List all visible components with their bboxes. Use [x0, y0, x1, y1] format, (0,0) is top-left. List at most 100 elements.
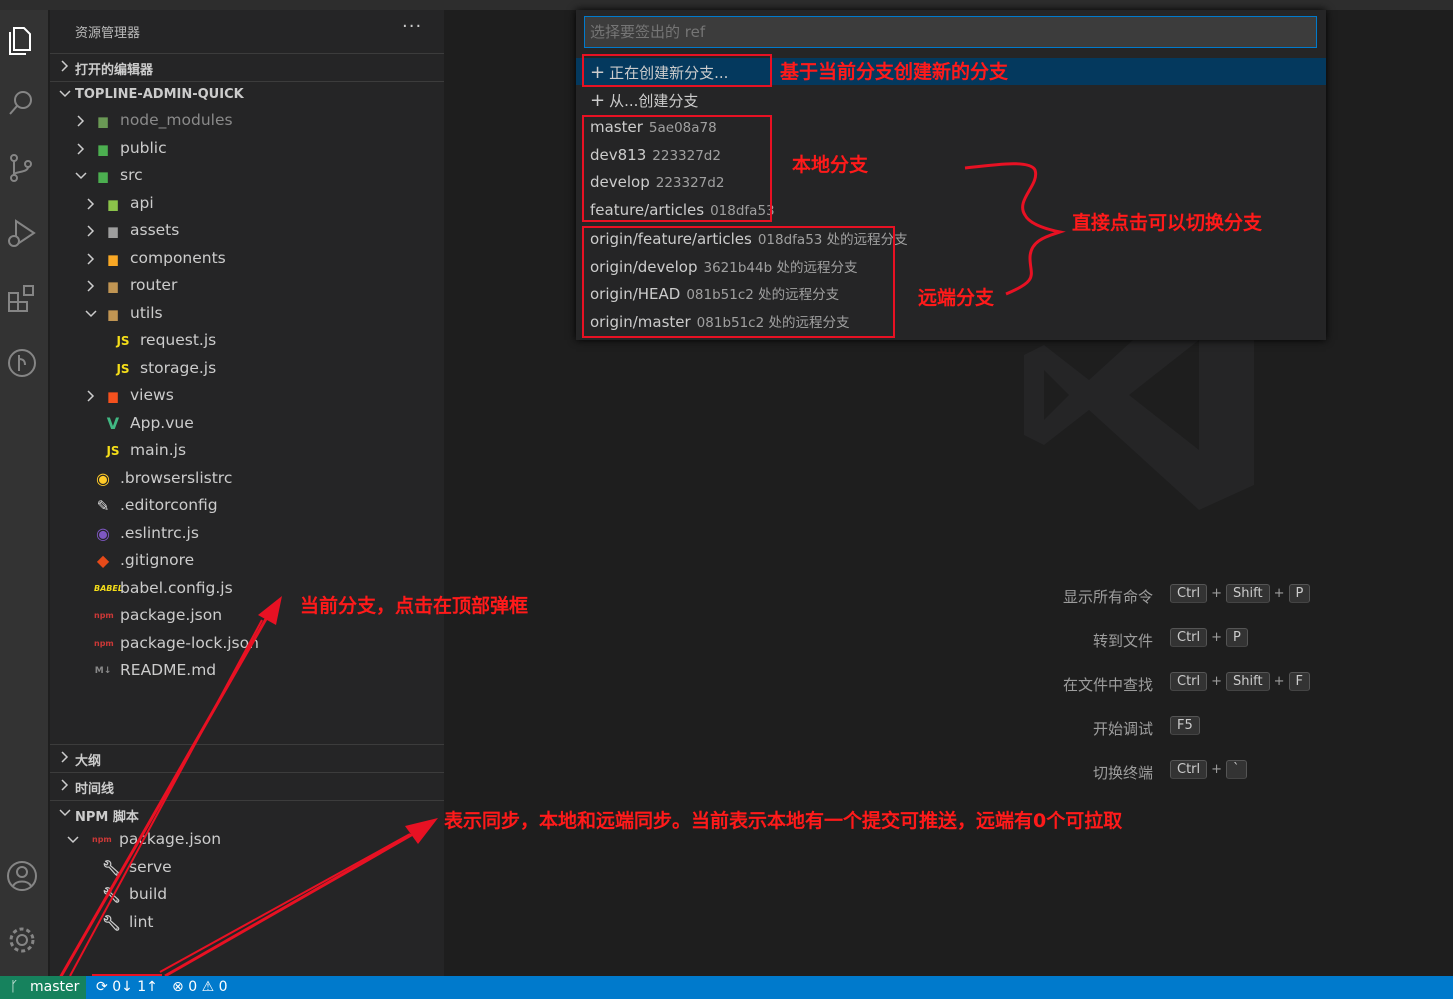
source-control-icon[interactable] [4, 150, 40, 186]
shortcut-start-debug: 开始调试 F5 [0, 716, 1453, 740]
tree-item-assets[interactable]: ▆ assets [50, 218, 444, 244]
key: Ctrl [1170, 628, 1208, 647]
activity-bar [0, 10, 48, 976]
tree-item-storage-js[interactable]: JS storage.js [50, 356, 444, 382]
annotation-create-branch: 基于当前分支创建新的分支 [780, 61, 1009, 83]
browserslist-icon: ◉ [96, 469, 110, 488]
project-header[interactable]: TOPLINE-ADMIN-QUICK [50, 81, 444, 108]
key: P [1288, 584, 1311, 603]
api-folder-icon: ▆ [108, 197, 118, 211]
npm-package-json[interactable]: npm package.json [50, 827, 444, 853]
tree-item-components[interactable]: ▆ components [50, 246, 444, 272]
local-branches-highlight [582, 115, 772, 222]
tree-item-main-js[interactable]: JS main.js [50, 438, 444, 464]
npm-script-serve[interactable]: 🔧︎ serve [50, 855, 444, 881]
wrench-icon: 🔧︎ [102, 914, 122, 932]
git-file-icon: ◆ [96, 551, 110, 570]
js-file-icon: JS [116, 334, 130, 348]
vue-file-icon: V [106, 414, 120, 433]
chevron-down-icon [75, 172, 87, 180]
tree-item-utils[interactable]: ▆ utils [50, 301, 444, 327]
run-debug-icon[interactable] [4, 215, 40, 251]
annotation-sync: 表示同步，本地和远端同步。当前表示本地有一个提交可推送，远端有0个可拉取 [444, 810, 1123, 832]
tree-item-app-vue[interactable]: V App.vue [50, 411, 444, 437]
tree-item-public[interactable]: ▆ public [50, 136, 444, 162]
key: ` [1226, 760, 1247, 779]
key: Ctrl [1170, 760, 1208, 779]
annotation-current-branch: 当前分支，点击在顶部弹框 [300, 595, 529, 617]
error-icon: ⊗ [172, 979, 184, 995]
npm-icon: npm [94, 611, 114, 620]
explorer-title: 资源管理器 [75, 26, 141, 41]
chevron-right-icon [87, 253, 95, 265]
key: F5 [1170, 716, 1200, 735]
explorer-sidebar: 资源管理器 ··· 打开的编辑器 TOPLINE-ADMIN-QUICK ▆ n… [50, 10, 444, 976]
tree-item-node-modules[interactable]: ▆ node_modules [50, 108, 444, 134]
warning-icon: ⚠ [201, 979, 215, 995]
tree-item-editorconfig[interactable]: ✎ .editorconfig [50, 493, 444, 519]
chevron-right-icon [61, 60, 69, 72]
create-branch-from-item[interactable]: + 从...创建分支 [576, 86, 1326, 113]
search-icon[interactable] [4, 86, 40, 122]
settings-gear-icon[interactable] [4, 922, 40, 958]
extensions-icon[interactable] [4, 280, 40, 316]
wrench-icon: 🔧︎ [102, 859, 122, 877]
chevron-right-icon [87, 225, 95, 237]
status-bar: ᚴ master ⟳ 0↓ 1↑ ⊗ 0 ⚠ 0 [0, 976, 1453, 999]
assets-folder-icon: ▆ [108, 224, 118, 238]
views-folder-icon: ▆ [108, 389, 118, 403]
git-branch-icon: ᚴ [10, 979, 19, 995]
eslint-icon: ◉ [96, 524, 110, 543]
tree-item-gitignore[interactable]: ◆ .gitignore [50, 548, 444, 574]
account-icon[interactable] [4, 858, 40, 894]
more-actions-icon[interactable]: ··· [402, 16, 422, 37]
key: Shift [1226, 672, 1270, 691]
problems-status[interactable]: ⊗ 0 ⚠ 0 [172, 979, 228, 995]
chevron-down-icon [59, 809, 71, 817]
tree-item-request-js[interactable]: JS request.js [50, 328, 444, 354]
plus-icon: + [590, 90, 606, 111]
tree-item-api[interactable]: ▆ api [50, 191, 444, 217]
tree-item-router[interactable]: ▆ router [50, 273, 444, 299]
key: Shift [1226, 584, 1270, 603]
shortcut-go-to-file: 转到文件 Ctrl + P [0, 628, 1453, 652]
annotation-local-branch: 本地分支 [792, 154, 869, 176]
chevron-right-icon [87, 198, 95, 210]
shortcut-find-in-files: 在文件中查找 Ctrl + Shift + F [0, 672, 1453, 696]
annotation-click-switch: 直接点击可以切换分支 [1072, 212, 1263, 234]
npm-script-lint[interactable]: 🔧︎ lint [50, 910, 444, 936]
explorer-icon[interactable] [4, 22, 40, 58]
key: Ctrl [1170, 584, 1208, 603]
key: F [1288, 672, 1310, 691]
chevron-right-icon [87, 280, 95, 292]
branch-status[interactable]: ᚴ master [0, 976, 86, 999]
git-graph-icon[interactable] [4, 345, 40, 381]
npm-script-build[interactable]: 🔧︎ build [50, 882, 444, 908]
js-file-icon: JS [106, 444, 120, 458]
ref-search-input[interactable] [584, 16, 1317, 48]
sync-status[interactable]: ⟳ 0↓ 1↑ [96, 979, 158, 995]
src-folder-icon: ▆ [98, 169, 108, 183]
sync-icon: ⟳ [96, 979, 108, 995]
editorconfig-icon: ✎ [96, 497, 110, 515]
chevron-down-icon [67, 836, 79, 844]
shortcut-toggle-terminal: 切换终端 Ctrl + ` [0, 760, 1453, 784]
node-folder-icon: ▆ [98, 114, 108, 128]
shortcut-show-commands: 显示所有命令 Ctrl + Shift + P [0, 584, 1453, 608]
tree-item-src[interactable]: ▆ src [50, 163, 444, 189]
router-folder-icon: ▆ [108, 279, 118, 293]
key: P [1226, 628, 1248, 647]
chevron-down-icon [59, 90, 71, 98]
open-editors-header[interactable]: 打开的编辑器 [50, 53, 444, 80]
tree-item-views[interactable]: ▆ views [50, 383, 444, 409]
key: Ctrl [1170, 672, 1208, 691]
title-bar [0, 0, 1453, 10]
utils-folder-icon: ▆ [108, 307, 118, 321]
create-branch-highlight [582, 54, 772, 87]
tree-item-eslintrc[interactable]: ◉ .eslintrc.js [50, 521, 444, 547]
tree-item-browserslistrc[interactable]: ◉ .browserslistrc [50, 466, 444, 492]
npm-scripts-header[interactable]: NPM 脚本 [50, 800, 444, 827]
chevron-right-icon [77, 115, 85, 127]
chevron-right-icon [87, 390, 95, 402]
npm-icon: npm [92, 835, 112, 844]
